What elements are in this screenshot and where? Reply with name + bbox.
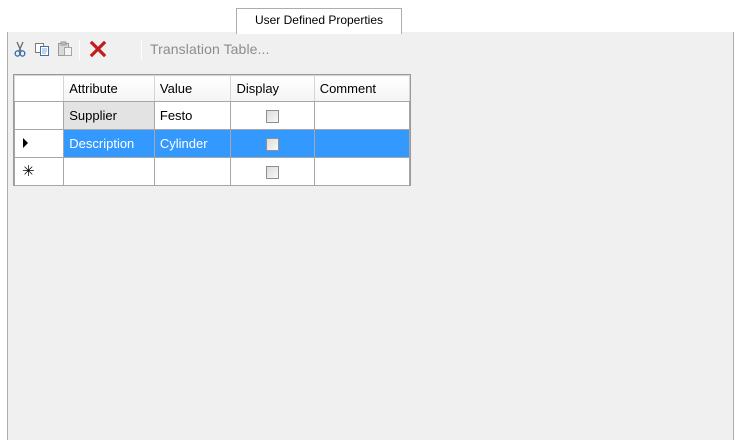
table-row-new: ✳ bbox=[13, 157, 411, 186]
attribute-cell[interactable] bbox=[63, 157, 155, 186]
display-checkbox[interactable] bbox=[266, 110, 280, 124]
properties-grid: Attribute Value Display Comment Supplier… bbox=[13, 74, 411, 186]
column-header-comment[interactable]: Comment bbox=[313, 75, 411, 102]
current-row-arrow-icon bbox=[23, 138, 28, 148]
scissors-icon bbox=[14, 41, 26, 57]
attribute-cell[interactable]: Supplier bbox=[63, 101, 155, 130]
table-row-selected: Description Cylinder bbox=[13, 129, 411, 158]
table-row: Supplier Festo bbox=[13, 101, 411, 130]
paste-icon bbox=[58, 41, 72, 56]
column-header-attribute[interactable]: Attribute bbox=[63, 75, 155, 102]
display-cell bbox=[230, 101, 315, 130]
copy-icon bbox=[35, 43, 49, 56]
column-header-value[interactable]: Value bbox=[153, 75, 232, 102]
properties-table: Attribute Value Display Comment Supplier… bbox=[13, 75, 411, 186]
corner-header[interactable] bbox=[13, 75, 65, 102]
display-cell bbox=[230, 129, 315, 158]
row-header[interactable] bbox=[13, 129, 65, 158]
new-row-asterisk-icon: ✳ bbox=[22, 163, 35, 180]
delete-x-icon bbox=[89, 40, 107, 58]
display-checkbox[interactable] bbox=[266, 138, 280, 152]
delete-button[interactable] bbox=[87, 39, 109, 59]
comment-cell[interactable] bbox=[313, 129, 411, 158]
comment-cell[interactable] bbox=[313, 101, 411, 130]
attribute-cell[interactable]: Description bbox=[63, 129, 155, 158]
display-checkbox[interactable] bbox=[266, 166, 280, 180]
column-header-display[interactable]: Display bbox=[230, 75, 315, 102]
toolbar: Translation Table... bbox=[8, 34, 733, 64]
cut-button[interactable] bbox=[11, 39, 29, 59]
comment-cell[interactable] bbox=[313, 157, 411, 186]
properties-panel: Translation Table... Attribute Value Dis… bbox=[7, 32, 734, 440]
paste-button[interactable] bbox=[56, 39, 74, 59]
tab-user-defined-properties[interactable]: User Defined Properties bbox=[236, 8, 402, 34]
value-cell[interactable]: Festo bbox=[153, 101, 232, 130]
translation-table-button[interactable]: Translation Table... bbox=[150, 41, 270, 57]
display-cell bbox=[230, 157, 315, 186]
tab-strip: User Defined Properties bbox=[0, 0, 734, 34]
copy-button[interactable] bbox=[33, 39, 51, 59]
value-cell[interactable]: Cylinder bbox=[153, 129, 232, 158]
row-header[interactable] bbox=[13, 101, 65, 130]
toolbar-separator bbox=[79, 40, 80, 60]
header-row: Attribute Value Display Comment bbox=[13, 75, 411, 102]
toolbar-separator bbox=[141, 40, 142, 60]
row-header[interactable]: ✳ bbox=[13, 157, 65, 186]
value-cell[interactable] bbox=[153, 157, 232, 186]
